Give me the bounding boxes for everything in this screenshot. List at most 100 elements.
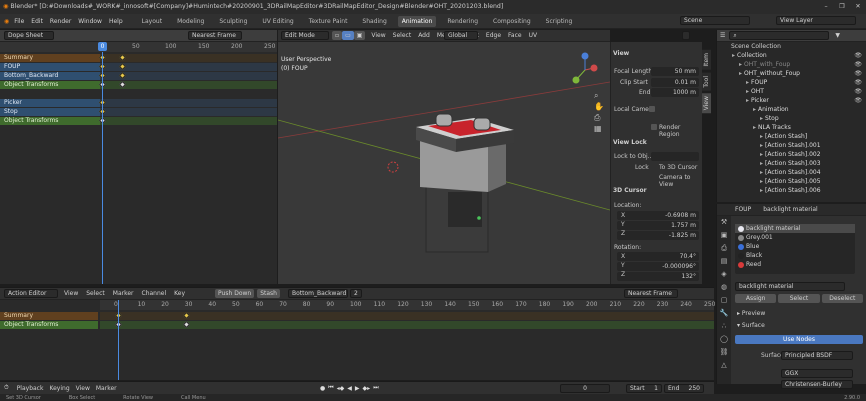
push-down-button[interactable]: Push Down xyxy=(215,289,255,298)
playback-menu[interactable]: Playback xyxy=(17,385,44,392)
start-frame-field[interactable]: Start 1 xyxy=(626,384,662,393)
clip-start-field[interactable]: 0.01 m xyxy=(651,78,699,87)
dope-sheet-mode[interactable]: Dope Sheet xyxy=(4,31,54,40)
next-key-icon[interactable]: ◆▸ xyxy=(363,385,371,392)
cursor-rotation-y[interactable]: -0.000096° xyxy=(617,262,699,271)
action-menu-view[interactable]: View xyxy=(64,290,78,297)
menu-file[interactable]: File xyxy=(14,18,24,25)
outliner-item[interactable]: ▸ OHT 👁 xyxy=(717,87,866,96)
action-menu-select[interactable]: Select xyxy=(86,290,105,297)
dope-sheet-keyframes[interactable] xyxy=(98,53,277,284)
filter-icon[interactable]: ▼ xyxy=(835,32,840,39)
expand-arrow-icon[interactable]: ▸ xyxy=(753,124,756,131)
outliner-item[interactable]: ▸ OHT_without_Foup 👁 xyxy=(717,69,866,78)
sidebar-tab-tool[interactable]: Tool xyxy=(702,72,711,91)
viewport-scene[interactable] xyxy=(278,42,610,284)
expand-arrow-icon[interactable]: ▸ xyxy=(732,52,735,59)
tool-tab-icon[interactable]: ⚒ xyxy=(717,216,731,229)
channel-track[interactable] xyxy=(100,72,277,80)
cursor-location-z[interactable]: -1.825 m xyxy=(617,231,699,240)
viewport-menu-view[interactable]: View xyxy=(371,32,385,39)
render-tab-icon[interactable]: ▣ xyxy=(717,229,731,242)
physics-tab-icon[interactable]: ◯ xyxy=(717,333,731,346)
view-layer-tab-icon[interactable]: ▤ xyxy=(717,255,731,268)
cursor-rotation-z[interactable]: 132° xyxy=(617,272,699,281)
scene-selector[interactable]: Scene xyxy=(680,16,757,25)
visibility-eye-icon[interactable]: 👁 xyxy=(854,87,862,96)
jump-start-icon[interactable]: ⏮ xyxy=(328,384,333,392)
material-slot[interactable]: Blue xyxy=(735,242,855,251)
workspace-tab-animation[interactable]: Animation xyxy=(397,15,437,27)
material-slot[interactable]: backlight material xyxy=(735,224,855,233)
scene-collection[interactable]: Scene Collection xyxy=(717,42,866,51)
prev-key-icon[interactable]: ◂◆ xyxy=(337,385,345,392)
outliner-item[interactable]: ▸ OHT_with_Foup 👁 xyxy=(717,60,866,69)
workspace-tab-compositing[interactable]: Compositing xyxy=(489,16,535,27)
outliner-item[interactable]: ▸ Picker 👁 xyxy=(717,96,866,105)
workspace-tab-sculpting[interactable]: Sculpting xyxy=(215,16,251,27)
outliner-display-icon[interactable]: ☰ xyxy=(720,32,725,39)
menu-render[interactable]: Render xyxy=(50,18,71,25)
channel-summary[interactable]: Summary xyxy=(0,54,100,62)
material-slot[interactable]: Black xyxy=(735,251,855,260)
outliner-item[interactable]: ▸ [Action Stash].005 xyxy=(717,177,866,186)
expand-arrow-icon[interactable]: ▸ xyxy=(753,106,756,113)
channel-track[interactable] xyxy=(100,117,277,125)
visibility-eye-icon[interactable]: 👁 xyxy=(854,69,862,78)
play-icon[interactable]: ▶ xyxy=(355,385,360,392)
scene-field[interactable]: Scene xyxy=(680,16,750,25)
options-dropdown[interactable] xyxy=(682,31,690,40)
zoom-icon[interactable]: ⌕ xyxy=(594,90,604,101)
action-menu-channel[interactable]: Channel xyxy=(142,290,167,297)
action-transforms-track[interactable] xyxy=(100,321,714,329)
channel-foup[interactable]: FOUP xyxy=(0,63,100,71)
view-lock-title[interactable]: View Lock xyxy=(613,139,647,146)
material-selector[interactable]: backlight material xyxy=(735,282,845,291)
particles-tab-icon[interactable]: ∴ xyxy=(717,320,731,333)
distribution-field[interactable]: GGX xyxy=(781,369,853,378)
workspace-tab-uv-editing[interactable]: UV Editing xyxy=(258,16,297,27)
expand-arrow-icon[interactable]: ▸ xyxy=(760,187,763,194)
focal-length-field[interactable]: 50 mm xyxy=(651,67,699,76)
render-region-checkbox[interactable] xyxy=(651,124,657,130)
channel-track[interactable] xyxy=(100,90,277,98)
view-menu[interactable]: View xyxy=(76,385,90,392)
outliner-item[interactable]: ▸ [Action Stash].002 xyxy=(717,150,866,159)
outliner-search[interactable]: ⌕ xyxy=(729,31,830,40)
expand-arrow-icon[interactable]: ▸ xyxy=(739,61,742,68)
expand-arrow-icon[interactable]: ▸ xyxy=(760,151,763,158)
workspace-tab-layout[interactable]: Layout xyxy=(138,16,166,27)
to-3d-cursor-toggle[interactable]: To 3D Cursor xyxy=(659,164,697,171)
marker-menu[interactable]: Marker xyxy=(96,385,117,392)
pan-icon[interactable]: ✋ xyxy=(594,101,604,112)
visibility-eye-icon[interactable]: 👁 xyxy=(854,60,862,69)
maximize-button[interactable]: ❐ xyxy=(834,0,850,14)
workspace-tab-texture-paint[interactable]: Texture Paint xyxy=(305,16,352,27)
playhead[interactable] xyxy=(102,52,103,284)
select-mode-face-icon[interactable]: ▣ xyxy=(353,31,366,40)
timeline-editor-icon[interactable]: ⏱ xyxy=(4,384,9,392)
grid-icon[interactable]: ▦ xyxy=(594,123,604,134)
expand-arrow-icon[interactable]: ▸ xyxy=(760,169,763,176)
current-frame-field[interactable]: 0 xyxy=(560,384,610,393)
3d-viewport[interactable]: Edit Mode ▫ ▭ ▣ ViewSelectAddMeshVertexE… xyxy=(278,30,690,284)
record-icon[interactable]: ● xyxy=(320,385,325,392)
play-reverse-icon[interactable]: ◀ xyxy=(347,385,352,392)
use-nodes-button[interactable]: Use Nodes xyxy=(735,335,863,344)
workspace-tab-modeling[interactable]: Modeling xyxy=(173,16,208,27)
channel-track[interactable] xyxy=(100,99,277,107)
world-tab-icon[interactable]: ◍ xyxy=(717,281,731,294)
action-field[interactable]: Bottom_Backward xyxy=(287,289,348,298)
visibility-eye-icon[interactable]: 👁 xyxy=(854,96,862,105)
workspace-tab-shading[interactable]: Shading xyxy=(358,16,390,27)
expand-arrow-icon[interactable]: ▸ xyxy=(760,115,763,122)
sidebar-tab-view[interactable]: View xyxy=(702,93,711,114)
outliner-item[interactable]: ▸ NLA Tracks xyxy=(717,123,866,132)
outliner-item[interactable]: ▸ Animation xyxy=(717,105,866,114)
subsurface-method-field[interactable]: Christensen-Burley xyxy=(781,380,853,389)
close-button[interactable]: ✕ xyxy=(850,0,866,14)
viewport-menu-face[interactable]: Face xyxy=(508,32,522,39)
channel-object-transforms[interactable]: Object Transforms xyxy=(0,81,100,89)
action-ruler[interactable]: 0 10 20 30 40 50 60 70 80 90 100 110 120 130 140 150 160… xyxy=(100,300,715,310)
assign-button[interactable]: Assign xyxy=(735,294,777,303)
